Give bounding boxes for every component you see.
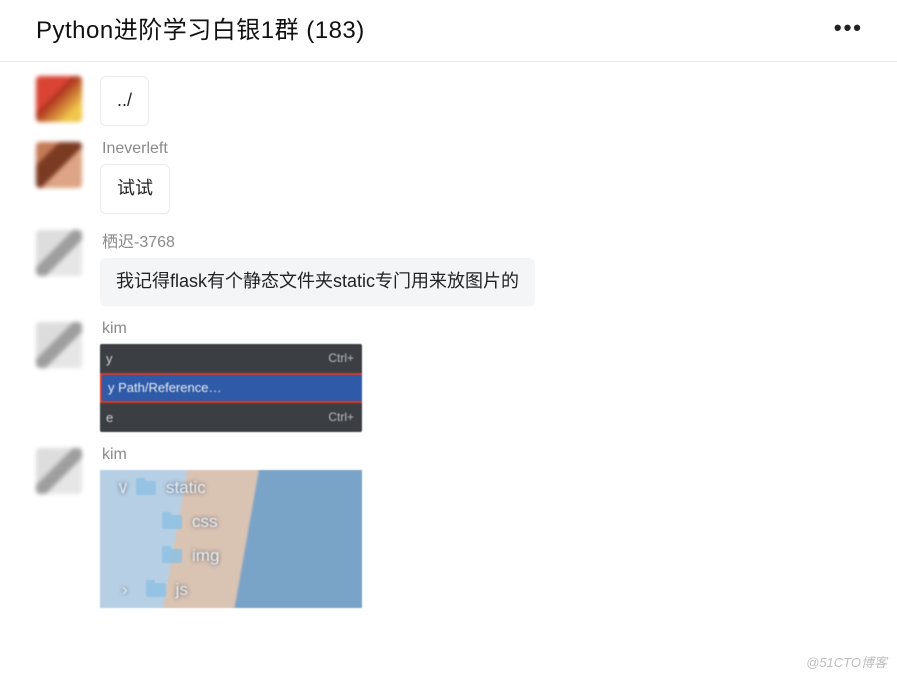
folder-icon — [162, 549, 182, 563]
avatar[interactable] — [36, 142, 82, 188]
sender-name: 栖迟-3768 — [102, 228, 175, 252]
menu-item-label: e — [106, 410, 113, 425]
message-bubble[interactable]: 试试 — [100, 164, 170, 214]
folder-icon — [146, 583, 166, 597]
message-row: 栖迟-3768 我记得flask有个静态文件夹static专门用来放图片的 — [36, 228, 897, 306]
message-row: ../ — [36, 76, 897, 126]
chat-header: Python进阶学习白银1群 (183) ••• — [0, 0, 897, 62]
message-row: kim ∨ static css img — [36, 446, 897, 608]
image-attachment[interactable]: y Ctrl+ y Path/Reference… e Ctrl+ — [100, 344, 362, 432]
avatar[interactable] — [36, 76, 82, 122]
more-icon[interactable]: ••• — [828, 11, 869, 45]
context-menu-item-selected: y Path/Reference… — [100, 373, 362, 403]
tree-item-parent: ∨ static — [108, 474, 354, 502]
avatar[interactable] — [36, 230, 82, 276]
tree-item: img — [108, 542, 354, 570]
folder-icon — [136, 481, 156, 495]
sender-name: kim — [102, 446, 127, 464]
tree-item-label: js — [176, 580, 188, 600]
message-list: ../ Ineverleft 试试 栖迟-3768 我记得flask有个静态文件… — [0, 76, 897, 608]
avatar[interactable] — [36, 322, 82, 368]
chevron-down-icon: ∨ — [116, 478, 130, 498]
folder-icon — [162, 515, 182, 529]
chevron-right-icon: › — [122, 580, 128, 600]
menu-item-label: y Path/Reference… — [108, 380, 221, 395]
folder-tree: ∨ static css img › js — [108, 474, 354, 604]
message-bubble[interactable]: 我记得flask有个静态文件夹static专门用来放图片的 — [100, 258, 535, 306]
tree-item-label: img — [192, 546, 219, 566]
menu-item-shortcut: Ctrl+ — [328, 351, 354, 365]
tree-item-label: css — [192, 512, 218, 532]
menu-item-shortcut: Ctrl+ — [328, 410, 354, 424]
tree-item: css — [108, 508, 354, 536]
menu-item-label: y — [106, 351, 113, 366]
context-menu-item: y Ctrl+ — [100, 344, 362, 373]
watermark: @51CTO博客 — [806, 652, 887, 671]
sender-name: Ineverleft — [102, 140, 168, 158]
message-bubble[interactable]: ../ — [100, 76, 149, 126]
sender-name: kim — [102, 320, 127, 338]
context-menu-item: e Ctrl+ — [100, 403, 362, 432]
image-attachment[interactable]: ∨ static css img › js — [100, 470, 362, 608]
message-row: kim y Ctrl+ y Path/Reference… e Ctrl+ — [36, 320, 897, 432]
chat-title: Python进阶学习白银1群 (183) — [36, 10, 365, 45]
tree-item: › js — [108, 576, 354, 604]
tree-item-label: static — [166, 478, 206, 498]
message-row: Ineverleft 试试 — [36, 140, 897, 214]
avatar[interactable] — [36, 448, 82, 494]
